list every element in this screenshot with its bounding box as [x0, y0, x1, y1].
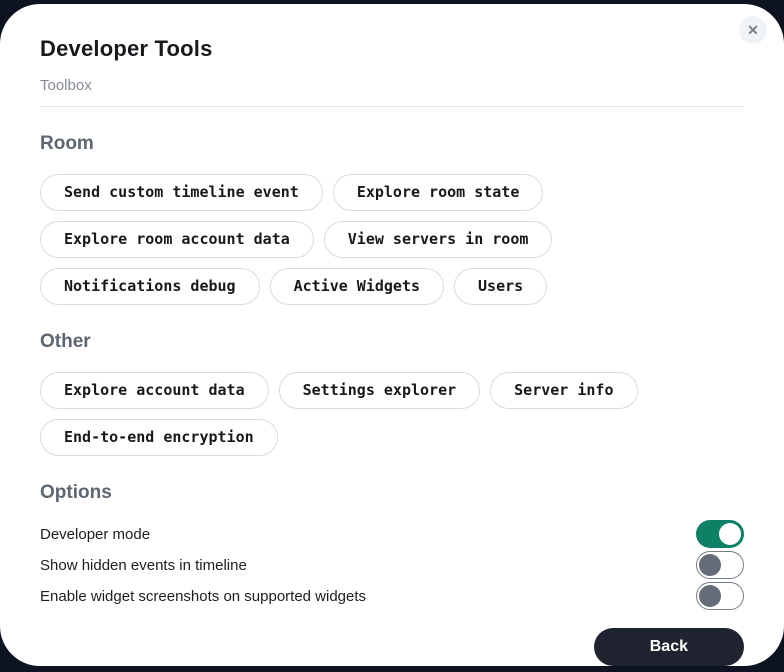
- notifications-debug-button[interactable]: Notifications debug: [40, 268, 260, 305]
- server-info-button[interactable]: Server info: [490, 372, 637, 409]
- close-icon[interactable]: ✕: [739, 16, 767, 44]
- explore-room-state-button[interactable]: Explore room state: [333, 174, 544, 211]
- option-row-show-hidden-events: Show hidden events in timeline: [40, 551, 744, 579]
- view-servers-in-room-button[interactable]: View servers in room: [324, 221, 553, 258]
- section-heading-other: Other: [40, 331, 744, 353]
- back-button[interactable]: Back: [594, 628, 744, 666]
- explore-room-account-data-button[interactable]: Explore room account data: [40, 221, 314, 258]
- send-custom-timeline-event-button[interactable]: Send custom timeline event: [40, 174, 323, 211]
- room-buttons-row: Send custom timeline event Explore room …: [40, 174, 744, 305]
- other-buttons-row: Explore account data Settings explorer S…: [40, 372, 744, 456]
- show-hidden-events-label: Show hidden events in timeline: [40, 557, 247, 574]
- developer-tools-dialog: ✕ Developer Tools Toolbox Room Send cust…: [0, 4, 784, 666]
- option-row-widget-screenshots: Enable widget screenshots on supported w…: [40, 582, 744, 610]
- explore-account-data-button[interactable]: Explore account data: [40, 372, 269, 409]
- toggle-knob: [699, 585, 721, 607]
- show-hidden-events-toggle[interactable]: [696, 551, 744, 579]
- option-row-developer-mode: Developer mode: [40, 520, 744, 548]
- developer-mode-toggle[interactable]: [696, 520, 744, 548]
- end-to-end-encryption-button[interactable]: End-to-end encryption: [40, 419, 278, 456]
- toggle-knob: [719, 523, 741, 545]
- toggle-knob: [699, 554, 721, 576]
- developer-mode-label: Developer mode: [40, 526, 150, 543]
- settings-explorer-button[interactable]: Settings explorer: [279, 372, 481, 409]
- users-button[interactable]: Users: [454, 268, 547, 305]
- active-widgets-button[interactable]: Active Widgets: [270, 268, 444, 305]
- widget-screenshots-label: Enable widget screenshots on supported w…: [40, 588, 366, 605]
- dialog-title: Developer Tools: [40, 36, 744, 62]
- options-list: Developer mode Show hidden events in tim…: [40, 520, 744, 610]
- section-heading-options: Options: [40, 482, 744, 504]
- breadcrumb-toolbox: Toolbox: [40, 77, 744, 107]
- section-heading-room: Room: [40, 133, 744, 155]
- modal-backdrop: ✕ Developer Tools Toolbox Room Send cust…: [0, 0, 784, 672]
- widget-screenshots-toggle[interactable]: [696, 582, 744, 610]
- dialog-footer: Back: [40, 628, 744, 666]
